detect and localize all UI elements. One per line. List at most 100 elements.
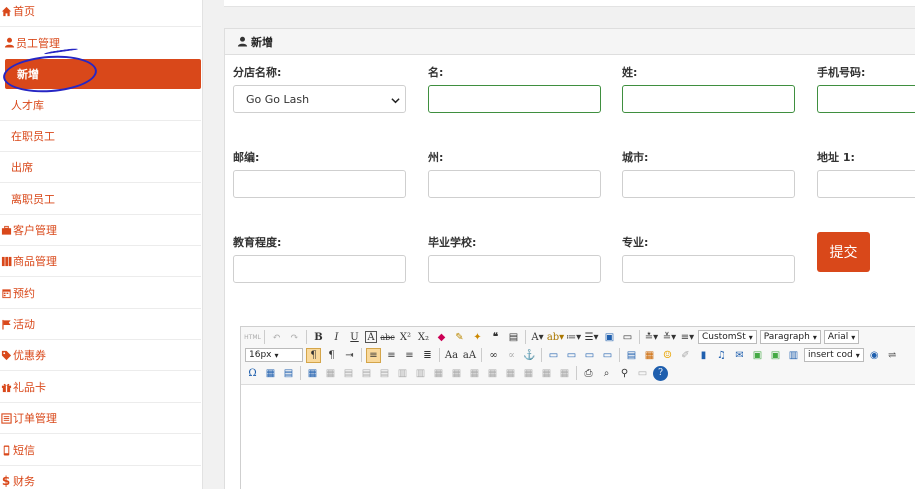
store-select[interactable]: Go Go Lash [233, 85, 406, 113]
to-uppercase-icon[interactable]: Aa [444, 348, 459, 363]
redo-icon[interactable]: ↷ [287, 330, 302, 345]
insert-row-icon[interactable]: ▤ [359, 366, 374, 381]
search-replace-icon[interactable]: ⚲ [617, 366, 632, 381]
last-name-input[interactable] [622, 85, 795, 113]
insert-title-icon[interactable]: ▦ [557, 366, 572, 381]
scrawl-icon[interactable]: ✐ [678, 348, 693, 363]
sidebar-subitem-former-employees[interactable]: 离职员工 [0, 184, 201, 215]
print-icon[interactable]: ⎙ [581, 366, 596, 381]
image-left-icon[interactable]: ▭ [564, 348, 579, 363]
sidebar-item-orders[interactable]: 订单管理 [0, 403, 201, 434]
attachment-icon[interactable]: ✉ [732, 348, 747, 363]
font-family-select[interactable]: Arial [823, 330, 860, 344]
eraser-icon[interactable]: ◆ [434, 330, 449, 345]
sidebar-item-employee-management[interactable]: 员工管理 [0, 27, 201, 58]
state-input[interactable] [428, 170, 601, 198]
delete-col-icon[interactable]: ▥ [413, 366, 428, 381]
insert-video-icon[interactable]: ▮ [696, 348, 711, 363]
zip-input[interactable] [233, 170, 406, 198]
web-page-icon[interactable]: ◉ [867, 348, 882, 363]
submit-button[interactable]: 提交 [817, 232, 870, 272]
editor-content-area[interactable] [241, 386, 915, 489]
strikethrough-icon[interactable]: abc [380, 330, 395, 345]
bold-icon[interactable]: B [311, 330, 326, 345]
align-justify-icon[interactable]: ≣ [420, 348, 435, 363]
superscript-icon[interactable]: X² [398, 330, 413, 345]
major-input[interactable] [622, 255, 795, 283]
to-lowercase-icon[interactable]: aA [462, 348, 477, 363]
sidebar-subitem-talent-pool[interactable]: 人才库 [0, 90, 201, 121]
font-border-icon[interactable]: A [365, 331, 377, 343]
special-chars-icon[interactable]: Ω [245, 366, 260, 381]
image-none-icon[interactable]: ▭ [546, 348, 561, 363]
school-input[interactable] [428, 255, 601, 283]
subscript-icon[interactable]: X₂ [416, 330, 431, 345]
word-image-icon[interactable]: ▦ [263, 366, 278, 381]
indent-icon[interactable]: ⇥ [342, 348, 357, 363]
blockquote-icon[interactable]: ❝ [488, 330, 503, 345]
highlight-color-icon[interactable]: ab▾ [547, 330, 564, 345]
image-right-icon[interactable]: ▭ [582, 348, 597, 363]
help-icon[interactable]: ? [653, 365, 668, 381]
paste-text-icon[interactable]: ▤ [506, 330, 521, 345]
unordered-list-icon[interactable]: ☰▾ [584, 330, 599, 345]
sidebar-subitem-add[interactable]: 新增 [5, 59, 201, 89]
font-color-icon[interactable]: A▾ [530, 330, 545, 345]
preview-icon[interactable]: ⌕ [599, 366, 614, 381]
rtl-direction-icon[interactable]: ¶ [324, 348, 339, 363]
simple-upload-icon[interactable]: ▤ [624, 348, 639, 363]
merge-down-icon[interactable]: ▦ [467, 366, 482, 381]
education-input[interactable] [233, 255, 406, 283]
row-spacing-top-icon[interactable]: ≛▾ [644, 330, 659, 345]
line-height-icon[interactable]: ≡▾ [680, 330, 695, 345]
sidebar-item-sms[interactable]: 短信 [0, 435, 201, 466]
sidebar-subitem-attendance[interactable]: 出席 [0, 152, 201, 183]
delete-row-icon[interactable]: ▤ [377, 366, 392, 381]
merge-cells-icon[interactable]: ▦ [431, 366, 446, 381]
clear-doc-icon[interactable]: ▭ [620, 330, 635, 345]
drafts-icon[interactable]: ▭ [635, 366, 650, 381]
split-to-cells-icon[interactable]: ▦ [521, 366, 536, 381]
sidebar-item-home[interactable]: 首页 [0, 0, 201, 27]
custom-style-select[interactable]: CustomSt [698, 330, 757, 344]
image-center-icon[interactable]: ▭ [600, 348, 615, 363]
html-source-icon[interactable]: HTML [244, 330, 261, 345]
address-input[interactable] [817, 170, 915, 198]
insert-col-icon[interactable]: ▥ [395, 366, 410, 381]
unlink-icon[interactable]: ∝ [504, 348, 519, 363]
insert-code-select[interactable]: insert cod [804, 348, 864, 362]
sidebar-item-coupons[interactable]: 优惠券 [0, 340, 201, 371]
align-center-icon[interactable]: ≡ [384, 348, 399, 363]
sidebar-subitem-active-employees[interactable]: 在职员工 [0, 121, 201, 152]
paragraph-select[interactable]: Paragraph [759, 330, 821, 344]
sidebar-item-gift-cards[interactable]: 礼品卡 [0, 372, 201, 403]
split-to-rows-icon[interactable]: ▦ [485, 366, 500, 381]
link-icon[interactable]: ∞ [486, 348, 501, 363]
sidebar-item-products[interactable]: 商品管理 [0, 246, 201, 277]
ordered-list-icon[interactable]: ≔▾ [566, 330, 581, 345]
sidebar-item-appointments[interactable]: 预约 [0, 278, 201, 309]
insert-image-icon[interactable]: ▦ [642, 348, 657, 363]
insert-table-icon[interactable]: ▦ [305, 366, 320, 381]
auto-format-icon[interactable]: ✦ [470, 330, 485, 345]
template-icon[interactable]: ▤ [281, 366, 296, 381]
font-size-select[interactable]: 16px [245, 348, 303, 362]
underline-icon[interactable]: U [347, 330, 362, 345]
delete-caption-icon[interactable]: ▦ [539, 366, 554, 381]
city-input[interactable] [622, 170, 795, 198]
anchor-icon[interactable]: ⚓ [522, 348, 537, 363]
merge-right-icon[interactable]: ▦ [449, 366, 464, 381]
split-to-cols-icon[interactable]: ▦ [503, 366, 518, 381]
align-left-icon[interactable]: ≡ [366, 347, 381, 363]
undo-icon[interactable]: ↶ [269, 330, 284, 345]
map-icon[interactable]: ▣ [750, 348, 765, 363]
insert-paragraph-before-table-icon[interactable]: ▤ [341, 366, 356, 381]
google-map-icon[interactable]: ▣ [768, 348, 783, 363]
music-icon[interactable]: ♫ [714, 348, 729, 363]
phone-input[interactable] [817, 85, 915, 113]
format-brush-icon[interactable]: ✎ [452, 330, 467, 345]
insert-frame-icon[interactable]: ▥ [786, 348, 801, 363]
sidebar-item-finance[interactable]: $ 财务 [0, 466, 201, 489]
sidebar-item-events[interactable]: 活动 [0, 309, 201, 340]
delete-table-icon[interactable]: ▦ [323, 366, 338, 381]
